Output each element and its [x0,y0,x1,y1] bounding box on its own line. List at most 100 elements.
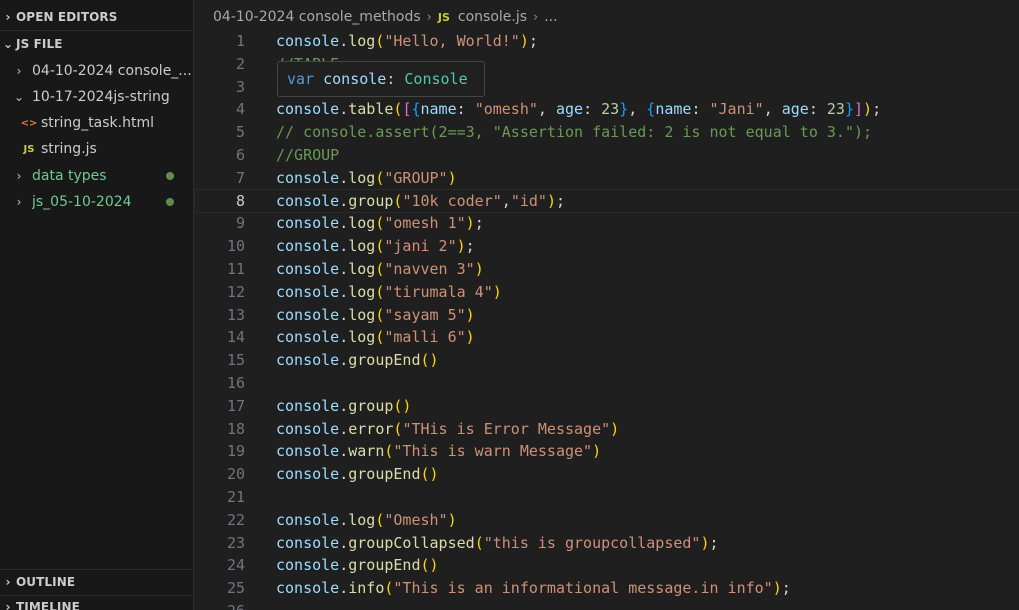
code-line[interactable]: 6 //GROUP [195,144,1019,167]
line-text: console.groupEnd() [276,349,439,372]
line-number: 11 [226,260,245,278]
code-token: console [276,351,340,370]
line-text: console.groupEnd() [276,554,439,577]
code-token: ) [492,282,502,301]
code-token: . [339,442,349,461]
code-token: console [276,556,340,575]
code-token: . [339,191,349,210]
code-token: age [555,100,584,119]
line-number: 2 [235,54,245,73]
code-token: } [844,100,854,119]
code-line[interactable]: 19 console.warn("This is warn Message") [195,440,1019,463]
code-token: console [276,214,340,233]
tree-folder-js-string[interactable]: ⌄ 10-17-2024js-string [0,85,193,109]
code-token: ) [465,328,475,347]
js-file-icon: JS [437,10,450,24]
js-file-header[interactable]: ⌄ JS FILE [0,33,193,55]
code-line[interactable]: 23 console.groupCollapsed("this is groupc… [195,532,1019,555]
code-line[interactable]: 25 console.info("This is an informational… [195,577,1019,600]
code-line[interactable]: 24 console.groupEnd() [195,554,1019,577]
code-token: ) [700,533,710,552]
hover-type: Console [404,70,468,88]
line-number: 14 [226,328,245,347]
code-line[interactable]: 10 console.log("jani 2"); [195,235,1019,258]
code-line[interactable]: 4 console.table([{name: "omesh", age: 23}… [195,98,1019,121]
line-number: 19 [226,442,245,461]
line-number: 24 [226,556,245,575]
code-token: () [420,351,439,370]
code-line[interactable]: 18 console.error("THis is Error Message") [195,418,1019,441]
code-token: name [655,100,692,119]
code-line[interactable]: 22 console.log("Omesh") [195,509,1019,532]
code-token: "This is an informational message.in inf… [393,579,773,598]
code-line[interactable]: 1 console.log("Hello, World!"); [195,30,1019,53]
line-text: //GROUP [276,144,339,167]
breadcrumb-file[interactable]: console.js [458,9,527,25]
code-line[interactable]: 16 [195,372,1019,395]
code-line[interactable]: 21 [195,486,1019,509]
breadcrumb-folder[interactable]: 04-10-2024 console_methods [213,9,421,25]
line-number: 4 [235,100,245,119]
code-line[interactable]: 14 console.log("malli 6") [195,326,1019,349]
tree-item-label: 10-17-2024js-string [32,89,170,105]
code-token: . [339,260,349,278]
modified-dot-icon [166,172,174,180]
code-line[interactable]: 13 console.log("sayam 5") [195,304,1019,327]
code-token: { [646,100,656,119]
line-number: 7 [235,168,245,187]
tree-file-string-task-html[interactable]: <> string_task.html [0,111,193,135]
breadcrumb-symbols[interactable]: ... [544,9,557,25]
tree-folder-data-types[interactable]: › data types [0,164,193,188]
code-token: group [348,396,394,415]
code-line[interactable]: 26 [195,600,1019,610]
code-token: log [348,168,376,187]
code-token: console [276,328,340,347]
line-text: console.table([{name: "omesh", age: 23},… [276,98,881,121]
workspace-label: JS FILE [16,37,63,51]
code-token: : [808,100,827,119]
code-token: , [628,100,647,119]
code-line[interactable]: 5 // console.assert(2==3, "Assertion fail… [195,121,1019,144]
code-token: . [339,305,349,324]
chevron-right-icon: › [426,9,432,25]
code-token: "10k coder" [402,191,502,210]
code-token: console [276,191,340,210]
code-token: . [339,351,349,370]
code-token: : [691,100,710,119]
code-token: ) [447,168,457,187]
outline-label: OUTLINE [16,575,76,589]
line-text: console.log("GROUP") [276,167,457,190]
code-token: console [276,510,340,529]
timeline-header[interactable]: › TIMELINE [0,596,193,610]
divider [0,569,193,570]
line-number: 26 [195,600,245,610]
tree-file-string-js[interactable]: JS string.js [0,137,193,161]
code-token: . [339,465,349,484]
code-line[interactable]: 11 console.log("navven 3") [195,258,1019,281]
code-token: . [339,214,349,233]
line-number: 10 [226,237,245,256]
code-token: console [276,282,340,301]
code-token: : [456,100,475,119]
outline-header[interactable]: › OUTLINE [0,571,193,593]
code-line[interactable]: 7 console.log("GROUP") [195,167,1019,190]
code-line[interactable]: 17 console.group() [195,395,1019,418]
line-number: 22 [226,510,245,529]
code-token: ] [854,100,864,119]
code-token: . [339,510,349,529]
chevron-down-icon: ⌄ [2,37,14,51]
tree-folder-console-methods[interactable]: › 04-10-2024 console_... [0,59,193,83]
open-editors-header[interactable]: › OPEN EDITORS [0,6,193,28]
code-token: ; [465,237,475,256]
code-token: info [348,579,385,598]
code-token: ) [772,579,782,598]
code-line[interactable]: 20 console.groupEnd() [195,463,1019,486]
code-token: console [276,419,340,438]
code-line[interactable]: 15 console.groupEnd() [195,349,1019,372]
code-token: ; [709,533,719,552]
code-token: log [348,32,376,50]
code-line[interactable]: 8 console.group("10k coder","id"); [194,188,1019,214]
code-line[interactable]: 12 console.log("tirumala 4") [195,281,1019,304]
code-line[interactable]: 9 console.log("omesh 1"); [195,212,1019,235]
tree-folder-js-05-10-2024[interactable]: › js_05-10-2024 [0,190,193,214]
